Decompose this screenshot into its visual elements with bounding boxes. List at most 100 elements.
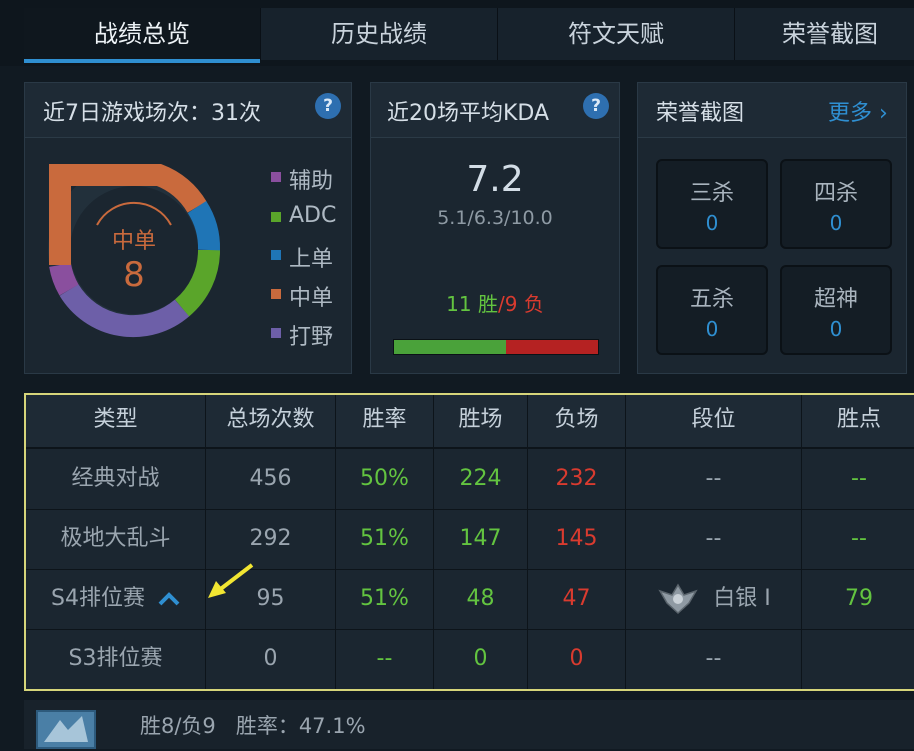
cell-points: -- xyxy=(851,526,867,551)
honor-value: 0 xyxy=(705,211,719,235)
more-label: 更多 xyxy=(828,101,873,126)
honor-triple-kill[interactable]: 三杀 0 xyxy=(656,159,768,249)
col-header-wins: 胜场 xyxy=(434,395,528,449)
legend-label: ADC xyxy=(289,203,337,228)
cell-type: S4排位赛 xyxy=(26,569,206,629)
ranked-stats-table: 类型 总场次数 胜率 胜场 负场 段位 胜点 经典对战 456 50% 224 … xyxy=(24,393,914,691)
cell-type: S3排位赛 xyxy=(26,629,206,689)
loss-count: 9 负 xyxy=(504,292,544,316)
col-header-points: 胜点 xyxy=(802,395,914,449)
col-header-total: 总场次数 xyxy=(206,395,336,449)
chevron-up-icon[interactable] xyxy=(158,592,180,606)
table-row: 经典对战 456 50% 224 232 -- -- xyxy=(26,449,914,510)
cell-points xyxy=(802,629,914,689)
kda-title: 近20场平均KDA xyxy=(387,101,550,126)
legend-mid: 中单 xyxy=(271,280,334,312)
legend-support: 辅助 xyxy=(271,163,334,195)
tab-bar: 战绩总览 历史战绩 符文天赋 荣誉截图 xyxy=(0,0,914,66)
legend-swatch xyxy=(271,328,281,338)
cell-total: 292 xyxy=(206,509,336,569)
recent-games-header: 近7日游戏场次：31次 ? xyxy=(25,83,351,138)
donut-inner-arc xyxy=(96,201,172,226)
recent-games-panel: 近7日游戏场次：31次 ? 中单 8 辅助 ADC 上单 中单 打野 xyxy=(24,82,352,374)
cell-losses: 232 xyxy=(528,449,626,509)
honor-label: 三杀 xyxy=(689,181,734,206)
legend-label: 打野 xyxy=(289,325,334,350)
win-loss-bar-fill xyxy=(394,340,507,354)
donut-center-label: 中单 xyxy=(111,229,156,254)
col-header-winrate: 胜率 xyxy=(336,395,434,449)
recent-games-title: 近7日游戏场次：31次 xyxy=(43,101,261,126)
legend-label: 中单 xyxy=(289,286,334,311)
donut-segment-jungle xyxy=(59,283,190,338)
honor-panel: 荣誉截图 更多 › 三杀 0 四杀 0 五杀 0 超神 0 xyxy=(637,82,907,374)
chevron-right-icon: › xyxy=(879,101,888,126)
tab-runes[interactable]: 符文天赋 xyxy=(498,8,735,60)
honor-value: 0 xyxy=(705,317,719,341)
champion-portrait-icon xyxy=(44,716,88,742)
col-header-type: 类型 xyxy=(26,395,206,449)
honor-legendary[interactable]: 超神 0 xyxy=(780,265,892,355)
cell-winrate: 50% xyxy=(336,449,434,509)
cell-wins: 147 xyxy=(434,509,528,569)
recent-match-summary: 胜8/负9 胜率：47.1% xyxy=(24,700,914,749)
win-loss-text: 11 胜/9 负 xyxy=(371,288,619,317)
more-link[interactable]: 更多 › xyxy=(828,95,888,127)
cell-total: 456 xyxy=(206,449,336,509)
kda-detail: 5.1/6.3/10.0 xyxy=(437,207,553,229)
win-count: 11 胜 xyxy=(446,292,498,316)
honor-label: 四杀 xyxy=(813,181,858,206)
legend-swatch xyxy=(271,212,281,222)
legend-jungle: 打野 xyxy=(271,319,334,351)
summary-text: 胜8/负9 胜率：47.1% xyxy=(140,714,366,738)
honor-label: 超神 xyxy=(813,287,858,312)
table-row: S4排位赛 95 51% 48 47 白银 I 79 xyxy=(26,563,914,630)
honor-penta-kill[interactable]: 五杀 0 xyxy=(656,265,768,355)
honor-header: 荣誉截图 更多 › xyxy=(638,83,906,138)
win-loss-bar xyxy=(393,339,599,355)
champion-avatar[interactable] xyxy=(36,710,96,749)
col-header-rank: 段位 xyxy=(626,395,802,449)
rank-label: 白银 I xyxy=(713,586,771,611)
cell-winrate: 51% xyxy=(336,569,434,629)
table-row: 极地大乱斗 292 51% 147 145 -- -- xyxy=(26,509,914,570)
cell-points: 79 xyxy=(845,586,873,611)
kda-header: 近20场平均KDA ? xyxy=(371,83,619,138)
legend-label: 上单 xyxy=(289,247,334,272)
table-row: S3排位赛 0 -- 0 0 -- xyxy=(26,629,914,689)
cell-total: 0 xyxy=(206,629,336,689)
cell-winrate: 51% xyxy=(336,509,434,569)
silver-rank-emblem-icon xyxy=(658,583,698,615)
tab-history[interactable]: 历史战绩 xyxy=(261,8,498,60)
kda-panel: 近20场平均KDA ? 7.2 5.1/6.3/10.0 11 胜/9 负 xyxy=(370,82,620,374)
cell-wins: 48 xyxy=(434,569,528,629)
cell-type: 极地大乱斗 xyxy=(26,509,206,569)
help-icon[interactable]: ? xyxy=(583,93,609,119)
honor-value: 0 xyxy=(829,317,843,341)
col-header-losses: 负场 xyxy=(528,395,626,449)
cell-losses: 0 xyxy=(528,629,626,689)
legend-swatch xyxy=(271,289,281,299)
cell-losses: 145 xyxy=(528,509,626,569)
honor-quadra-kill[interactable]: 四杀 0 xyxy=(780,159,892,249)
help-icon[interactable]: ? xyxy=(315,93,341,119)
cell-rank: -- xyxy=(626,449,802,509)
kda-value: 7.2 xyxy=(466,159,524,200)
legend-swatch xyxy=(271,172,281,182)
cell-total: 95 xyxy=(206,569,336,629)
cell-winrate: -- xyxy=(336,629,434,689)
cell-rank: 白银 I xyxy=(626,569,802,629)
legend-adc: ADC xyxy=(271,203,337,228)
honor-title: 荣誉截图 xyxy=(656,101,745,126)
legend-top: 上单 xyxy=(271,241,334,273)
tab-overview[interactable]: 战绩总览 xyxy=(24,8,261,63)
tab-honor-screenshots[interactable]: 荣誉截图 xyxy=(735,8,914,60)
cell-type-label: S4排位赛 xyxy=(51,586,145,611)
cell-rank: -- xyxy=(626,629,802,689)
cell-rank: -- xyxy=(626,509,802,569)
cell-points: -- xyxy=(851,466,867,491)
legend-label: 辅助 xyxy=(289,169,334,194)
cell-wins: 0 xyxy=(434,629,528,689)
donut-center-value: 8 xyxy=(123,255,145,295)
cell-losses: 47 xyxy=(528,569,626,629)
